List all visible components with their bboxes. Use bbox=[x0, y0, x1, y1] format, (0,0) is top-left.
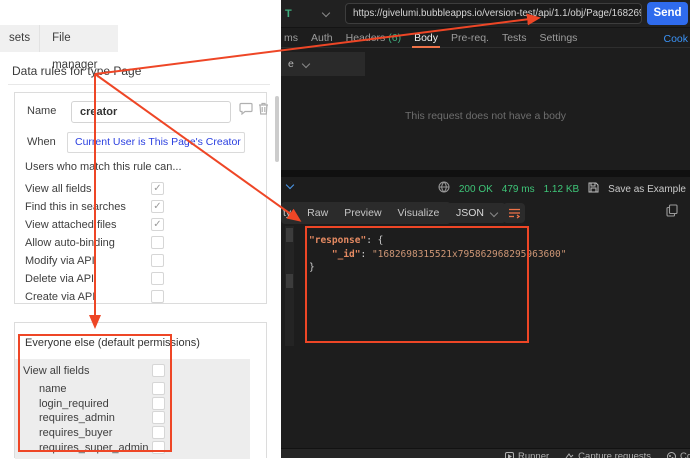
checkbox-delete-via-api[interactable] bbox=[151, 272, 164, 285]
headers-count-badge: (6) bbox=[388, 32, 401, 44]
tab-pretty[interactable]: ty bbox=[283, 207, 291, 219]
checkbox-view-attached-files[interactable]: ✓ bbox=[151, 218, 164, 231]
json-punct: : { bbox=[366, 235, 383, 246]
format-select-value: JSON bbox=[456, 207, 484, 219]
response-view-tabs: ty Raw Preview Visualize bbox=[281, 202, 451, 224]
divider bbox=[8, 84, 270, 85]
copy-icon[interactable] bbox=[666, 204, 678, 222]
page-title: Data rules for type Page bbox=[12, 64, 141, 78]
status-badge[interactable]: 200 OK bbox=[459, 184, 493, 195]
permission-label: Modify via API bbox=[25, 255, 95, 267]
checkbox-field-requires-admin[interactable] bbox=[152, 411, 165, 424]
send-button[interactable]: Send bbox=[647, 2, 688, 25]
json-key: "response" bbox=[309, 235, 366, 246]
response-meta: 200 OK 479 ms 1.12 KB Save as Example bbox=[438, 180, 686, 198]
default-permissions-card: Everyone else (default permissions) View… bbox=[14, 322, 267, 458]
when-label: When bbox=[27, 136, 56, 148]
tab-raw[interactable]: Raw bbox=[307, 207, 328, 219]
tab-headers-label: Headers bbox=[346, 32, 386, 44]
left-panel-scrollbar[interactable] bbox=[275, 96, 279, 162]
rule-card-creator: Name creator When Current User is This P… bbox=[14, 92, 267, 304]
tab-sets[interactable]: sets bbox=[0, 25, 39, 52]
format-select[interactable]: JSON bbox=[447, 203, 506, 223]
request-tabs: ms Auth Headers (6) Body Pre-req. Tests … bbox=[281, 28, 690, 48]
tab-params[interactable]: ms bbox=[284, 28, 298, 48]
name-label: Name bbox=[27, 105, 56, 117]
tab-visualize[interactable]: Visualize bbox=[398, 207, 440, 219]
checkbox-field-requires-buyer[interactable] bbox=[152, 426, 165, 439]
tab-body[interactable]: Body bbox=[414, 28, 438, 48]
permission-label: View attached files bbox=[25, 219, 117, 231]
save-icon bbox=[588, 180, 599, 198]
cookies-link[interactable]: Cook bbox=[663, 33, 688, 45]
cookies-footer-label: Cookies bbox=[680, 451, 690, 458]
checkbox-create-via-api[interactable] bbox=[151, 290, 164, 303]
capture-requests-label: Capture requests bbox=[578, 451, 651, 458]
field-label: requires_super_admin bbox=[39, 442, 148, 454]
default-permissions-body: View all fields name login_required requ… bbox=[15, 359, 250, 459]
url-input[interactable]: https://givelumi.bubbleapps.io/version-t… bbox=[345, 3, 642, 24]
checkbox-allow-auto-binding[interactable] bbox=[151, 236, 164, 249]
runner-button[interactable]: Runner bbox=[505, 451, 549, 458]
status-footer: Runner Capture requests Cookies T bbox=[281, 448, 690, 458]
checkbox-field-name[interactable] bbox=[152, 382, 165, 395]
privacy-rules-panel: sets File manager Data rules for type Pa… bbox=[0, 0, 281, 458]
code-fold-gutter[interactable] bbox=[285, 226, 294, 346]
body-type-label: e bbox=[288, 58, 294, 70]
json-punct: } bbox=[309, 262, 315, 273]
permission-label: Create via API bbox=[25, 291, 95, 303]
network-icon[interactable] bbox=[438, 180, 450, 198]
method-select[interactable]: T bbox=[285, 8, 292, 20]
chevron-down-icon[interactable] bbox=[322, 9, 330, 17]
tab-auth[interactable]: Auth bbox=[311, 28, 333, 48]
permission-label: View all fields bbox=[23, 365, 89, 377]
tab-tests[interactable]: Tests bbox=[502, 28, 527, 48]
capture-requests-button[interactable]: Capture requests bbox=[565, 451, 651, 458]
checkbox-modify-via-api[interactable] bbox=[151, 254, 164, 267]
comment-icon[interactable] bbox=[239, 102, 253, 120]
cookies-button[interactable]: Cookies bbox=[667, 451, 690, 458]
response-time[interactable]: 479 ms bbox=[502, 184, 535, 195]
permission-label: View all fields bbox=[25, 183, 91, 195]
tab-file-manager[interactable]: File manager bbox=[39, 25, 118, 52]
checkbox-find-in-searches[interactable]: ✓ bbox=[151, 200, 164, 213]
trash-icon[interactable] bbox=[258, 102, 269, 120]
json-key: "_id" bbox=[332, 249, 361, 260]
checkbox-view-all-fields[interactable]: ✓ bbox=[151, 182, 164, 195]
permission-label: Find this in searches bbox=[25, 201, 126, 213]
left-tab-strip: sets File manager bbox=[0, 25, 118, 52]
chevron-down-icon bbox=[490, 209, 498, 217]
permission-label: Allow auto-binding bbox=[25, 237, 115, 249]
checkbox-field-login-required[interactable] bbox=[152, 397, 165, 410]
checkbox-view-all-fields-default[interactable] bbox=[152, 364, 165, 377]
permission-label: Delete via API bbox=[25, 273, 94, 285]
api-client-panel: T https://givelumi.bubbleapps.io/version… bbox=[281, 0, 690, 458]
response-splitter[interactable] bbox=[281, 170, 690, 177]
tab-pre-req[interactable]: Pre-req. bbox=[451, 28, 489, 48]
when-condition[interactable]: Current User is This Page's Creator bbox=[67, 132, 245, 153]
rule-name-input[interactable]: creator bbox=[71, 101, 231, 123]
default-permissions-title: Everyone else (default permissions) bbox=[25, 337, 200, 349]
checkbox-field-requires-super-admin[interactable] bbox=[152, 441, 165, 454]
body-type-select[interactable]: e bbox=[281, 52, 365, 76]
rule-subtitle: Users who match this rule can... bbox=[25, 161, 182, 173]
field-label: requires_buyer bbox=[39, 427, 112, 439]
response-json-body[interactable]: "response": { "_id": "1682698315521x7958… bbox=[309, 234, 566, 275]
chevron-down-icon bbox=[302, 60, 310, 68]
field-label: login_required bbox=[39, 398, 109, 410]
field-label: requires_admin bbox=[39, 412, 115, 424]
collapse-response-icon[interactable] bbox=[286, 181, 294, 189]
response-size[interactable]: 1.12 KB bbox=[544, 184, 580, 195]
empty-body-message: This request does not have a body bbox=[281, 110, 690, 122]
tab-settings[interactable]: Settings bbox=[539, 28, 577, 48]
field-label: name bbox=[39, 383, 67, 395]
runner-label: Runner bbox=[518, 451, 549, 458]
tab-headers[interactable]: Headers (6) bbox=[346, 28, 401, 48]
wrap-lines-button[interactable] bbox=[503, 203, 525, 223]
json-value-id: "1682698315521x795862968295963600" bbox=[372, 249, 566, 260]
save-as-example-button[interactable]: Save as Example bbox=[608, 184, 686, 195]
tab-preview[interactable]: Preview bbox=[344, 207, 381, 219]
request-url-bar: T https://givelumi.bubbleapps.io/version… bbox=[281, 0, 690, 28]
json-punct: : bbox=[361, 249, 372, 260]
